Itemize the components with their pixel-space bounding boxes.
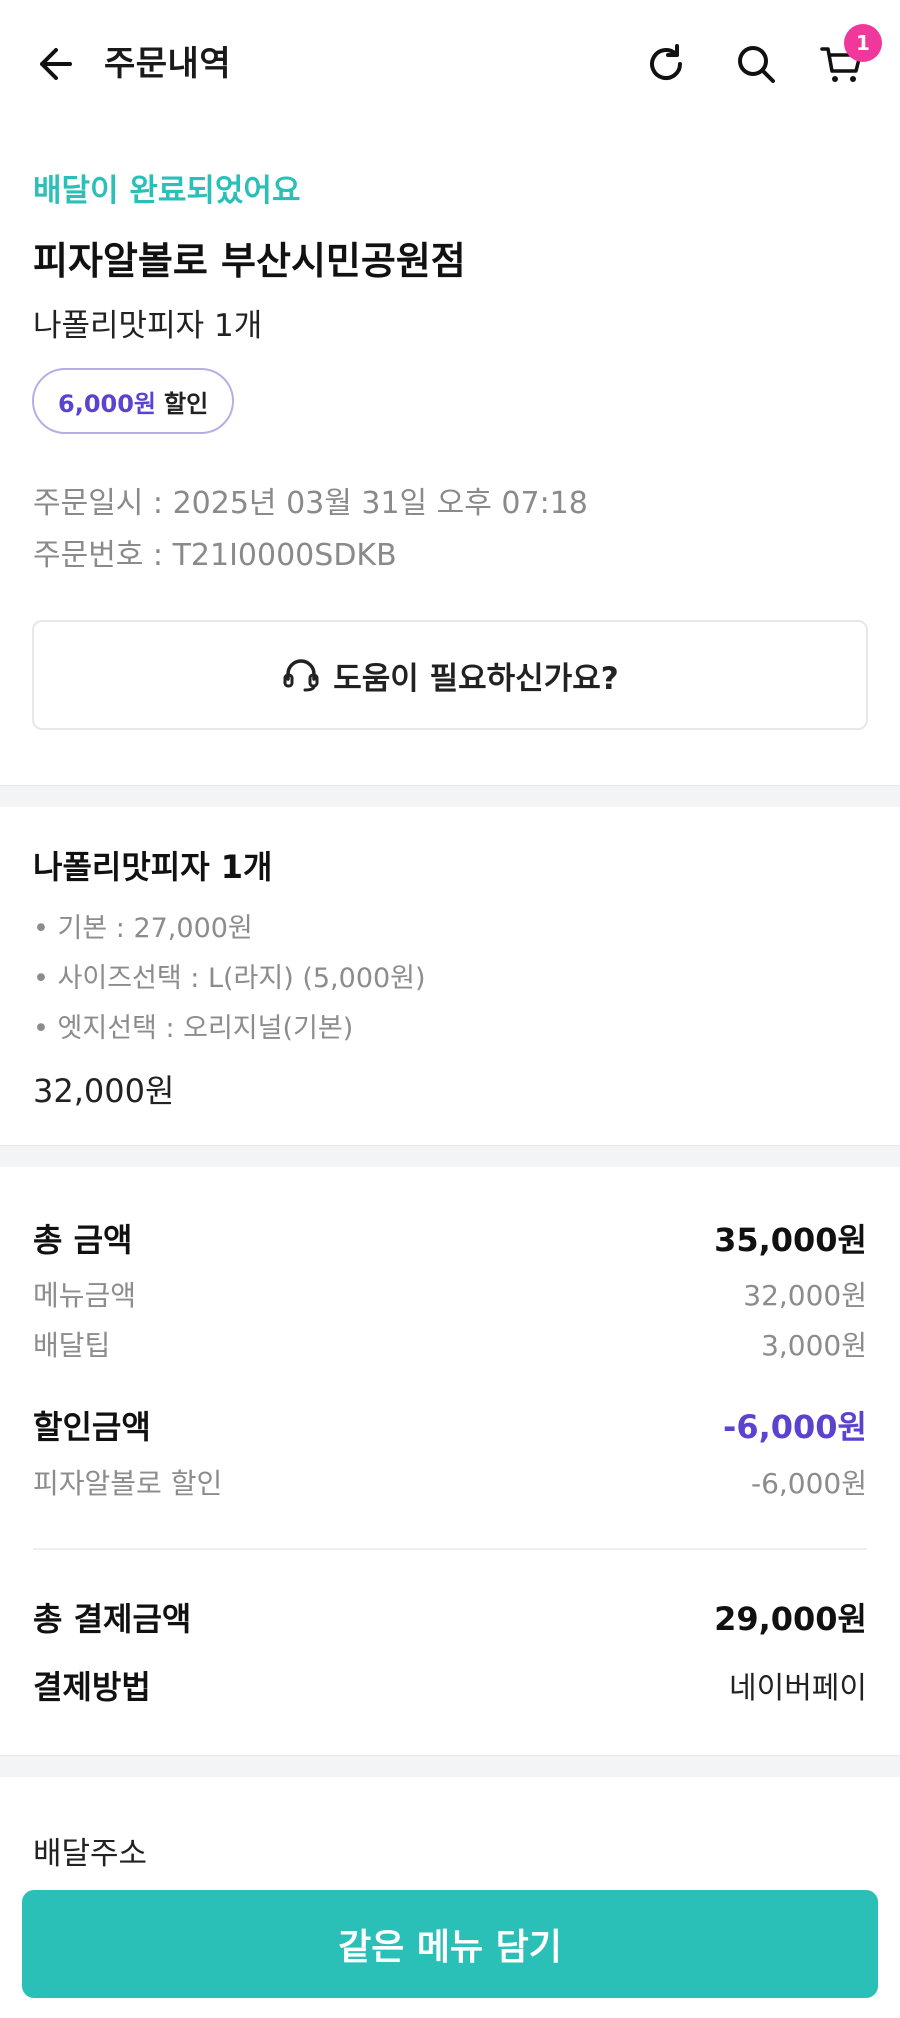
refresh-icon bbox=[650, 44, 682, 80]
menu-option: • 기본 : 27,000원 bbox=[33, 913, 253, 944]
section-divider bbox=[0, 1145, 900, 1167]
payment-divider bbox=[33, 1548, 867, 1550]
section-divider bbox=[0, 785, 900, 807]
final-amount-row: 총 결제금액 29,000원 bbox=[33, 1594, 867, 1640]
order-summary: 나폴리맛피자 1개 bbox=[33, 308, 263, 344]
final-amount-label: 총 결제금액 bbox=[33, 1600, 192, 1638]
section-divider bbox=[0, 1755, 900, 1777]
menu-item-price: 32,000원 bbox=[33, 1072, 175, 1110]
delivery-tip-row: 배달팁 3,000원 bbox=[33, 1324, 867, 1364]
final-amount-value: 29,000원 bbox=[714, 1600, 867, 1638]
store-discount-value: -6,000원 bbox=[750, 1467, 867, 1500]
menu-option: • 사이즈선택 : L(라지) (5,000원) bbox=[33, 963, 426, 994]
total-amount-row: 총 금액 35,000원 bbox=[33, 1215, 867, 1261]
discount-chip-label: 할인 bbox=[164, 389, 209, 418]
delivery-tip-label: 배달팁 bbox=[33, 1329, 111, 1362]
menu-amount-row: 메뉴금액 32,000원 bbox=[33, 1274, 867, 1314]
discount-chip-amount: 6,000원 bbox=[58, 389, 156, 418]
headset-icon bbox=[283, 659, 319, 692]
menu-amount-label: 메뉴금액 bbox=[33, 1279, 137, 1312]
discount-amount-row: 할인금액 -6,000원 bbox=[33, 1402, 867, 1448]
delivery-status: 배달이 완료되었어요 bbox=[33, 173, 301, 209]
menu-amount-value: 32,000원 bbox=[743, 1279, 867, 1312]
page-title: 주문내역 bbox=[104, 44, 232, 84]
help-button[interactable]: 도움이 필요하신가요? bbox=[32, 620, 868, 730]
store-discount-label: 피자알볼로 할인 bbox=[33, 1467, 223, 1500]
menu-option: • 엣지선택 : 오리지널(기본) bbox=[33, 1013, 354, 1044]
reorder-button[interactable]: 같은 메뉴 담기 bbox=[22, 1890, 878, 1998]
delivery-address-label: 배달주소 bbox=[33, 1836, 148, 1872]
cart-count-badge: 1 bbox=[844, 24, 882, 62]
discount-chip: 6,000원 할인 bbox=[32, 368, 235, 434]
store-name[interactable]: 피자알볼로 부산시민공원점 bbox=[33, 230, 466, 285]
menu-item-name: 나폴리맛피자 1개 bbox=[33, 848, 273, 886]
help-button-label: 도움이 필요하신가요? bbox=[333, 660, 619, 697]
payment-method-label: 결제방법 bbox=[33, 1668, 151, 1706]
arrow-left-icon bbox=[40, 48, 72, 80]
discount-amount-value: -6,000원 bbox=[723, 1408, 867, 1446]
refresh-button[interactable] bbox=[642, 40, 690, 88]
search-button[interactable] bbox=[732, 40, 780, 88]
search-icon bbox=[738, 46, 775, 83]
delivery-tip-value: 3,000원 bbox=[761, 1329, 867, 1362]
store-discount-row: 피자알볼로 할인 -6,000원 bbox=[33, 1462, 867, 1502]
app-header: 주문내역 1 bbox=[0, 0, 900, 130]
back-button[interactable] bbox=[30, 40, 78, 88]
order-date: 주문일시 : 2025년 03월 31일 오후 07:18 bbox=[33, 486, 588, 521]
total-amount-value: 35,000원 bbox=[714, 1221, 867, 1259]
order-number: 주문번호 : T21I0000SDKB bbox=[33, 538, 397, 573]
payment-method-value: 네이버페이 bbox=[729, 1671, 867, 1706]
total-amount-label: 총 금액 bbox=[33, 1221, 133, 1259]
discount-amount-label: 할인금액 bbox=[33, 1408, 151, 1446]
payment-method-row: 결제방법 네이버페이 bbox=[33, 1662, 867, 1708]
